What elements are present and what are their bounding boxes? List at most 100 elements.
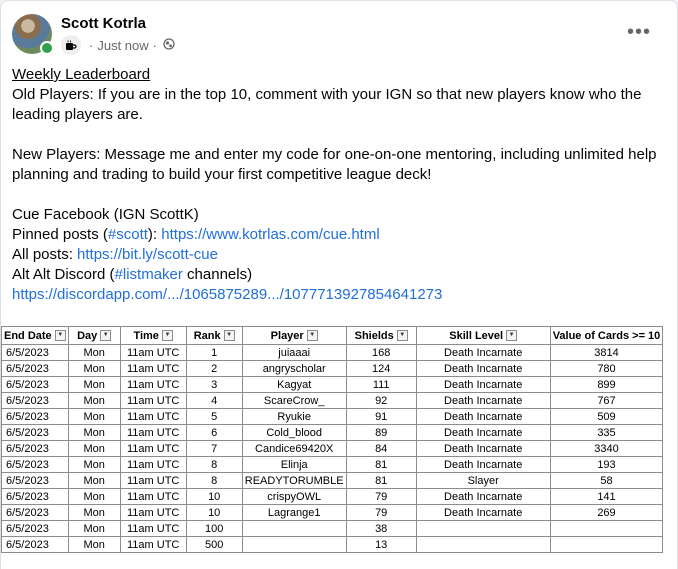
table-cell: 11am UTC xyxy=(119,472,187,489)
table-cell: Mon xyxy=(67,360,121,377)
table-cell: 84 xyxy=(345,440,417,457)
dropdown-arrow-icon: ▼ xyxy=(223,330,235,342)
pinned-prefix: Pinned posts ( xyxy=(12,226,108,243)
table-cell: crispyOWL xyxy=(241,488,347,505)
table-cell: 6/5/2023 xyxy=(1,360,69,377)
table-cell: Mon xyxy=(67,472,121,489)
table-cell: Slayer xyxy=(415,472,551,489)
table-cell: Ryukie xyxy=(241,408,347,425)
table-row: 6/5/2023 Mon 11am UTC 100 38 xyxy=(1,520,664,537)
coffee-icon[interactable] xyxy=(61,35,81,55)
table-cell: 168 xyxy=(345,344,417,361)
table-cell: 11am UTC xyxy=(119,440,187,457)
discord-link[interactable]: https://discordapp.com/.../1065875289...… xyxy=(12,285,662,305)
filter-active-icon: ▼ xyxy=(54,330,66,342)
table-cell: 11am UTC xyxy=(119,488,187,505)
table-cell: 6/5/2023 xyxy=(1,392,69,409)
column-header: Time ▼ xyxy=(119,326,187,345)
table-row: 6/5/2023 Mon 11am UTC 8 READYTORUMBLE 81 Slaye… xyxy=(1,472,664,489)
table-cell: Cold_blood xyxy=(241,424,347,441)
old-players-text: Old Players: If you are in the top 10, c… xyxy=(12,86,642,123)
table-cell: Mon xyxy=(67,344,121,361)
table-cell xyxy=(415,520,551,537)
table-cell xyxy=(241,520,347,537)
dropdown-arrow-icon: ▼ xyxy=(396,330,408,342)
hashtag-listmaker[interactable]: #listmaker xyxy=(115,266,183,283)
table-cell: 38 xyxy=(345,520,417,537)
table-cell: Elinja xyxy=(241,456,347,473)
column-header-label: Shields xyxy=(354,329,394,342)
table-cell: 91 xyxy=(345,408,417,425)
table-cell: juiaaai xyxy=(241,344,347,361)
column-header-label: Value of Cards >= 10 xyxy=(552,329,661,342)
table-cell: 6/5/2023 xyxy=(1,408,69,425)
column-header-label: Skill Level xyxy=(449,329,504,342)
table-cell: 11am UTC xyxy=(119,408,187,425)
table-cell: 10 xyxy=(185,488,243,505)
hashtag-scott[interactable]: #scott xyxy=(108,226,148,243)
globe-icon[interactable] xyxy=(163,37,175,53)
facebook-post-card: Scott Kotrla · Just now · ••• Weekly Lea… xyxy=(0,0,678,569)
table-cell: 6/5/2023 xyxy=(1,504,69,521)
table-cell: 7 xyxy=(185,440,243,457)
table-cell: Mon xyxy=(67,424,121,441)
table-cell: 8 xyxy=(185,472,243,489)
table-row: 6/5/2023 Mon 11am UTC 7 Candice69420X 84 Death… xyxy=(1,440,664,457)
post-meta: · Just now · xyxy=(61,35,175,55)
table-cell: Death Incarnate xyxy=(415,360,551,377)
column-header: Rank ▼ xyxy=(185,326,243,345)
table-row: 6/5/2023 Mon 11am UTC 1 juiaaai 168 Death Inca… xyxy=(1,344,664,361)
column-header: Skill Level ▼ xyxy=(415,326,551,345)
table-cell: Candice69420X xyxy=(241,440,347,457)
table-cell: 11am UTC xyxy=(119,536,187,553)
table-cell: 13 xyxy=(345,536,417,553)
column-header-label: End Date xyxy=(4,329,52,342)
table-cell: 100 xyxy=(185,520,243,537)
new-players-text: New Players: Message me and enter my cod… xyxy=(12,146,657,183)
cue-facebook-text: Cue Facebook (IGN ScottK) xyxy=(12,206,199,223)
table-cell: 269 xyxy=(549,504,664,521)
author-name[interactable]: Scott Kotrla xyxy=(61,15,146,32)
table-cell: 6/5/2023 xyxy=(1,520,69,537)
table-cell: 11am UTC xyxy=(119,344,187,361)
pinned-posts-link[interactable]: https://www.kotrlas.com/cue.html xyxy=(161,226,379,243)
table-cell: 6 xyxy=(185,424,243,441)
table-cell xyxy=(415,536,551,553)
table-cell: 2 xyxy=(185,360,243,377)
table-cell: 6/5/2023 xyxy=(1,440,69,457)
leaderboard-table: End Date ▼ Day ▼ Time ▼ Rank ▼ Player ▼ Shields ▼ Sk… xyxy=(1,326,664,553)
table-cell: 500 xyxy=(185,536,243,553)
table-cell: Death Incarnate xyxy=(415,344,551,361)
table-cell: 92 xyxy=(345,392,417,409)
table-cell: 8 xyxy=(185,456,243,473)
leaderboard-spreadsheet-image[interactable]: End Date ▼ Day ▼ Time ▼ Rank ▼ Player ▼ Shields ▼ Sk… xyxy=(1,326,677,569)
more-options-icon[interactable]: ••• xyxy=(627,21,651,44)
table-cell: Lagrange1 xyxy=(241,504,347,521)
table-cell: 6/5/2023 xyxy=(1,536,69,553)
dropdown-arrow-icon: ▼ xyxy=(506,330,518,342)
online-status-dot xyxy=(40,41,54,55)
table-cell: 89 xyxy=(345,424,417,441)
meta-separator: · xyxy=(152,37,157,53)
table-cell: Death Incarnate xyxy=(415,424,551,441)
table-cell: Mon xyxy=(67,536,121,553)
table-cell: Mon xyxy=(67,488,121,505)
filter-active-icon: ▼ xyxy=(100,330,112,342)
table-row: 6/5/2023 Mon 11am UTC 8 Elinja 81 Death Incarn… xyxy=(1,456,664,473)
table-cell: 5 xyxy=(185,408,243,425)
table-cell: 11am UTC xyxy=(119,376,187,393)
table-cell: Death Incarnate xyxy=(415,392,551,409)
all-posts-link[interactable]: https://bit.ly/scott-cue xyxy=(77,246,218,263)
column-header-label: Day xyxy=(77,329,98,342)
table-cell: 1 xyxy=(185,344,243,361)
table-cell: 124 xyxy=(345,360,417,377)
table-cell: 81 xyxy=(345,456,417,473)
table-cell: Mon xyxy=(67,520,121,537)
post-timestamp[interactable]: Just now xyxy=(97,38,148,53)
table-cell: 81 xyxy=(345,472,417,489)
table-cell: Kagyat xyxy=(241,376,347,393)
table-row: 6/5/2023 Mon 11am UTC 10 crispyOWL 79 Death In… xyxy=(1,488,664,505)
table-cell: 767 xyxy=(549,392,664,409)
table-cell: 3 xyxy=(185,376,243,393)
pinned-mid: ): xyxy=(147,226,162,243)
